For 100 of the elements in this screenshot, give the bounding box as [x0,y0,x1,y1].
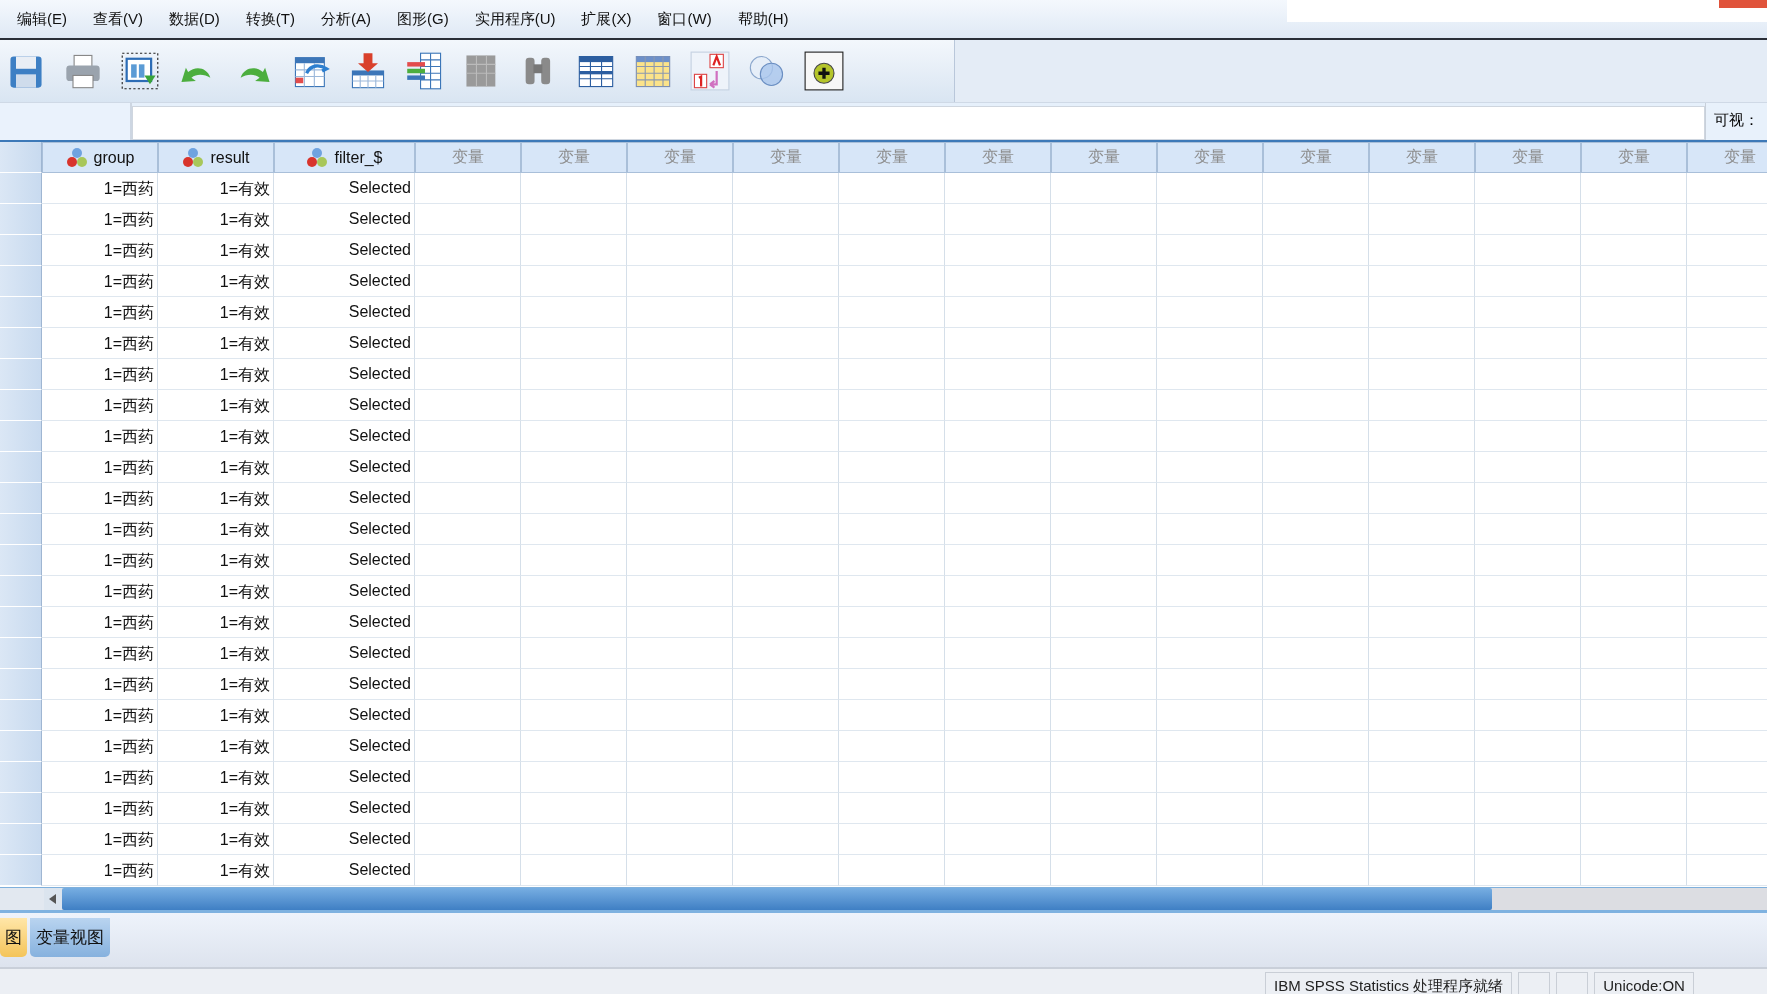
table-cell: 1=西药 [42,390,158,421]
row-header[interactable] [0,297,42,328]
cell-name-box[interactable] [0,103,132,140]
column-header[interactable]: filter_$ [274,142,415,173]
view-tab[interactable]: 图 [0,918,27,957]
corner-cell [0,142,42,173]
table-cell: Selected [274,266,415,297]
row-header[interactable] [0,576,42,607]
cell-editor-field[interactable] [132,106,1705,140]
table-cell: 1=西药 [42,545,158,576]
status-field: IBM SPSS Statistics 处理程序就绪 [1265,972,1513,994]
table-cell: Selected [274,359,415,390]
table-cell: 1=有效 [158,204,274,235]
row-header[interactable] [0,700,42,731]
table-cell: 1=西药 [42,173,158,204]
table-cell: 1=有效 [158,700,274,731]
table-cell: 1=有效 [158,390,274,421]
row-header[interactable] [0,266,42,297]
menu-item[interactable]: 分析(A) [312,5,380,33]
table-cell: Selected [274,204,415,235]
row-header[interactable] [0,731,42,762]
menu-item[interactable]: 图形(G) [388,5,458,33]
table-cell: Selected [274,390,415,421]
row-header[interactable] [0,421,42,452]
table-cell: 1=西药 [42,421,158,452]
table-cell: Selected [274,297,415,328]
nominal-icon [306,146,329,169]
table-cell: 1=西药 [42,669,158,700]
row-header[interactable] [0,173,42,204]
table-cell: 1=西药 [42,576,158,607]
row-header[interactable] [0,607,42,638]
scroll-left-button[interactable] [44,888,62,910]
row-header[interactable] [0,483,42,514]
table-cell: 1=西药 [42,638,158,669]
row-header[interactable] [0,328,42,359]
row-header[interactable] [0,638,42,669]
table-cell: 1=有效 [158,669,274,700]
table-cell: 1=西药 [42,607,158,638]
row-header[interactable] [0,514,42,545]
table-cell: 1=西药 [42,824,158,855]
row-header[interactable] [0,824,42,855]
row-header[interactable] [0,545,42,576]
row-header[interactable] [0,793,42,824]
table-cell: 1=有效 [158,824,274,855]
table-cell: 1=西药 [42,762,158,793]
view-tab[interactable]: 变量视图 [30,918,110,957]
menu-item[interactable]: 实用程序(U) [465,5,565,33]
table-cell: Selected [274,514,415,545]
table-cell: 1=西药 [42,700,158,731]
status-field: Unicode:ON [1594,972,1694,994]
table-cell: 1=西药 [42,452,158,483]
menu-item[interactable]: 窗口(W) [648,5,721,33]
row-header[interactable] [0,390,42,421]
table-cell: Selected [274,824,415,855]
nominal-icon [182,146,205,169]
row-header[interactable] [0,359,42,390]
menu-item[interactable]: 编辑(E) [8,5,76,33]
table-cell: 1=西药 [42,731,158,762]
table-cell: Selected [274,731,415,762]
menu-item[interactable]: 帮助(H) [728,5,798,33]
table-cell: 1=西药 [42,204,158,235]
status-field [1518,972,1551,994]
table-cell: 1=西药 [42,514,158,545]
table-cell: 1=有效 [158,731,274,762]
table-cell: 1=西药 [42,235,158,266]
left-arrow-icon [49,894,57,904]
value-labels-icon[interactable] [690,51,730,91]
table-cell: Selected [274,793,415,824]
table-cell: Selected [274,483,415,514]
row-header[interactable] [0,235,42,266]
table-cell: 1=西药 [42,297,158,328]
table-cell: 1=西药 [42,328,158,359]
table-cell: 1=有效 [158,297,274,328]
table-cell: 1=西药 [42,266,158,297]
plus-icon[interactable] [804,51,844,91]
row-header[interactable] [0,669,42,700]
table-cell: 1=有效 [158,483,274,514]
table-cell: Selected [274,173,415,204]
table-cell: Selected [274,855,415,886]
table-cell: Selected [274,421,415,452]
table-cell: Selected [274,607,415,638]
scrollbar-thumb[interactable] [62,888,1492,910]
menu-item[interactable]: 转换(T) [236,5,304,33]
table-cell: 1=有效 [158,328,274,359]
menu-item[interactable]: 数据(D) [160,5,229,33]
table-cell: 1=西药 [42,483,158,514]
row-header[interactable] [0,762,42,793]
table-cell: 1=有效 [158,173,274,204]
row-header[interactable] [0,452,42,483]
table-cell: Selected [274,576,415,607]
table-cell: 1=有效 [158,638,274,669]
column-header[interactable]: result [158,142,274,173]
table-cell: 1=有效 [158,421,274,452]
table-cell: Selected [274,452,415,483]
menu-item[interactable]: 查看(V) [84,5,152,33]
table-cell: Selected [274,700,415,731]
menu-item[interactable]: 扩展(X) [572,5,641,33]
column-header[interactable]: group [42,142,158,173]
row-header[interactable] [0,204,42,235]
table-cell: 1=有效 [158,266,274,297]
